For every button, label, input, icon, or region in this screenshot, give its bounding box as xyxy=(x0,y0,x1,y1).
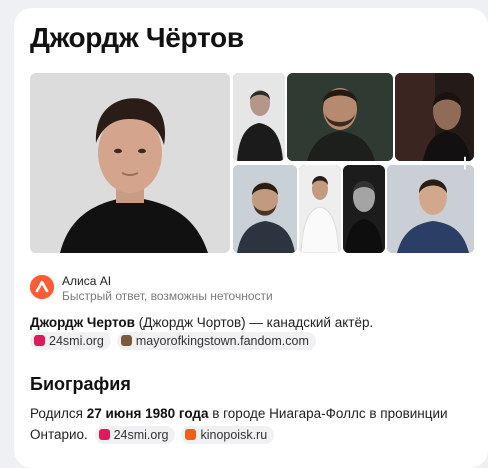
biography-heading: Биография xyxy=(30,374,131,394)
source-chip-24smi[interactable]: 24smi.org xyxy=(30,332,111,350)
alice-name: Алиса AI xyxy=(62,274,112,288)
alice-attribution: Алиса AI Быстрый ответ, возможны неточно… xyxy=(30,274,470,304)
source-chip-kinopoisk[interactable]: kinopoisk.ru xyxy=(181,426,275,445)
24smi-favicon-icon xyxy=(34,335,45,346)
fandom-favicon-icon xyxy=(120,335,132,346)
answer-text: (Джордж Чортов) — канадский актёр. xyxy=(134,315,374,330)
quick-answer: Джордж Чертов (Джордж Чортов) — канадски… xyxy=(30,313,474,333)
gallery-thumb-5[interactable] xyxy=(299,165,341,253)
kinopoisk-favicon-icon xyxy=(185,429,197,441)
answer-sources: 24smi.org mayorofkingstown.fandom.com xyxy=(30,332,474,350)
biography-text: Родился 27 июня 1980 года в городе Ниага… xyxy=(30,406,448,445)
gallery-thumb-6[interactable] xyxy=(343,165,385,253)
source-chip-fandom[interactable]: mayorofkingstown.fandom.com xyxy=(116,332,316,350)
gallery-thumb-2[interactable] xyxy=(287,73,393,161)
photo-gallery: + xyxy=(30,73,474,253)
gallery-image-main[interactable] xyxy=(30,73,230,253)
knowledge-card: Джордж Чёртов + Алиса AI Быстрый ответ, … xyxy=(14,8,488,468)
source-chip-24smi-bio[interactable]: 24smi.org xyxy=(94,426,176,445)
24smi-favicon-icon xyxy=(98,429,110,441)
alice-logo-icon xyxy=(30,275,54,299)
gallery-thumb-7[interactable] xyxy=(387,165,474,253)
alice-disclaimer: Быстрый ответ, возможны неточности xyxy=(62,289,273,303)
gallery-thumb-1[interactable] xyxy=(233,73,285,161)
plus-icon[interactable]: + xyxy=(454,150,476,176)
entity-title: Джордж Чёртов xyxy=(30,22,244,53)
answer-name: Джордж Чертов xyxy=(30,315,135,330)
birth-date: 27 июня 1980 года xyxy=(86,406,209,421)
gallery-thumb-4[interactable] xyxy=(233,165,297,253)
